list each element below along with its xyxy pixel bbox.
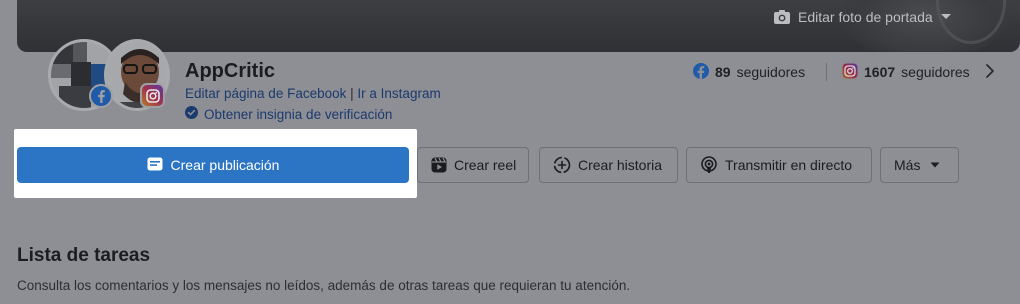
create-reel-label: Crear reel [454, 157, 517, 173]
verification-label: Obtener insignia de verificación [204, 106, 393, 122]
instagram-follower-label: seguidores [901, 64, 970, 80]
facebook-icon [693, 62, 709, 82]
create-story-button[interactable]: Crear historia [539, 147, 678, 183]
edit-page-link[interactable]: Editar página de Facebook [185, 86, 346, 101]
create-reel-button[interactable]: Crear reel [417, 147, 529, 183]
instagram-badge-icon [140, 83, 165, 108]
create-post-label: Crear publicación [170, 157, 280, 173]
facebook-follower-label: seguidores [736, 64, 806, 80]
create-story-label: Crear historia [578, 157, 663, 173]
facebook-follower-count: 89 [715, 64, 731, 80]
instagram-link[interactable]: Ir a Instagram [357, 86, 440, 101]
post-icon [147, 157, 163, 174]
edit-cover-photo-button[interactable]: Editar foto de portada [773, 7, 952, 27]
live-icon [700, 156, 718, 174]
facebook-followers[interactable]: 89 seguidores [693, 62, 805, 82]
instagram-icon [842, 63, 858, 82]
create-post-button[interactable]: Crear publicación [17, 147, 409, 183]
more-button[interactable]: Más [880, 147, 959, 183]
camera-icon [773, 9, 791, 25]
instagram-followers[interactable]: 1607 seguidores [842, 62, 970, 82]
go-live-label: Transmitir en directo [725, 157, 853, 173]
followers-divider [826, 63, 827, 81]
task-list-heading: Lista de tareas [17, 245, 151, 266]
more-label: Más [894, 157, 921, 173]
go-live-button[interactable]: Transmitir en directo [686, 147, 872, 183]
task-list-description: Consulta los comentarios y los mensajes … [17, 278, 631, 293]
edit-cover-label: Editar foto de portada [798, 9, 933, 25]
reel-icon [431, 157, 447, 173]
link-separator: | [350, 86, 354, 101]
instagram-follower-count: 1607 [864, 64, 896, 80]
add-story-icon [553, 156, 571, 174]
verified-check-icon [185, 106, 198, 122]
page-links: Editar página de Facebook | Ir a Instagr… [185, 86, 441, 101]
page-title: AppCritic [185, 60, 275, 82]
caret-down-icon [930, 162, 940, 168]
verification-link[interactable]: Obtener insignia de verificación [185, 106, 392, 122]
caret-down-icon [940, 13, 952, 21]
facebook-badge-icon [89, 84, 113, 108]
chevron-right-icon[interactable] [985, 63, 995, 84]
